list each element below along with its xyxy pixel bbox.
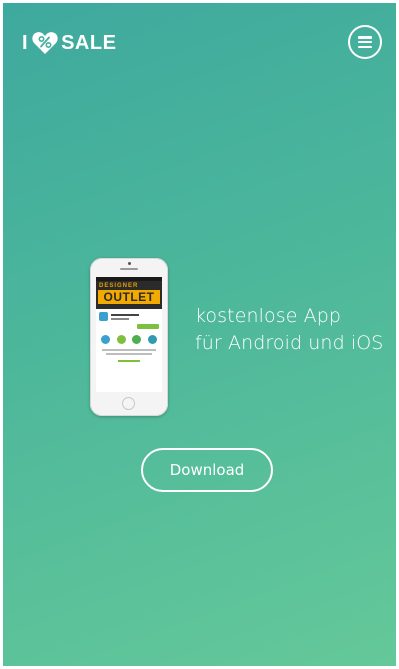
phone-desc-line	[102, 349, 156, 351]
phone-circle-icon	[101, 335, 111, 344]
phone-home-button	[122, 397, 135, 410]
phone-circle-icon	[116, 335, 126, 344]
logo-prefix: I	[22, 31, 29, 54]
phone-speaker	[120, 268, 138, 270]
logo[interactable]: I SALE	[22, 28, 116, 58]
phone-icons-row	[96, 329, 162, 344]
phone-screen: DESIGNER OUTLET	[96, 277, 162, 392]
heart-percent-icon	[32, 31, 58, 55]
download-button[interactable]: Download	[141, 448, 273, 492]
menu-bar	[358, 36, 372, 39]
hero-line-2: für Android und iOS	[195, 332, 384, 354]
phone-circle-icon	[147, 335, 157, 344]
phone-banner-main: OUTLET	[98, 290, 160, 304]
phone-mockup-image: DESIGNER OUTLET	[90, 258, 168, 416]
hero-line-1: kostenlose App	[195, 305, 342, 327]
menu-bars	[358, 36, 372, 48]
phone-app-title-line	[111, 313, 139, 316]
hamburger-menu-icon[interactable]	[348, 25, 382, 59]
phone-banner: DESIGNER OUTLET	[96, 281, 162, 309]
menu-bar	[358, 40, 372, 44]
phone-camera	[128, 262, 131, 265]
phone-app-text	[111, 313, 159, 320]
logo-suffix: SALE	[61, 31, 117, 54]
phone-app-sub-line	[111, 317, 129, 320]
app-screen: I SALE DESIGNER OUTLET kostenlose App fü…	[3, 3, 396, 666]
phone-banner-top: DESIGNER	[99, 283, 139, 289]
phone-circle-icon	[132, 335, 142, 344]
phone-link-line	[118, 360, 140, 362]
phone-app-icon	[99, 312, 108, 321]
phone-desc-line	[106, 353, 152, 355]
menu-bar	[358, 45, 372, 48]
phone-app-row	[96, 309, 162, 321]
hero-tagline: kostenlose App für Android und iOS	[195, 303, 383, 357]
